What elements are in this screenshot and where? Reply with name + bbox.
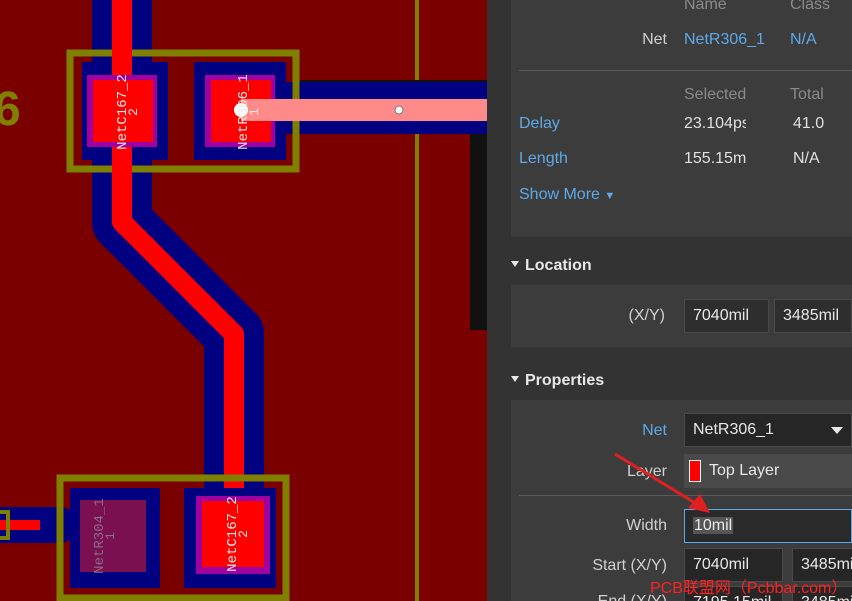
annotation-overlay: [614, 452, 710, 513]
annotation-arrow-head: [688, 494, 710, 513]
annotation-arrow-line: [614, 452, 701, 508]
watermark-text: PCB联盟网（Pcbbar.com）: [650, 580, 848, 597]
